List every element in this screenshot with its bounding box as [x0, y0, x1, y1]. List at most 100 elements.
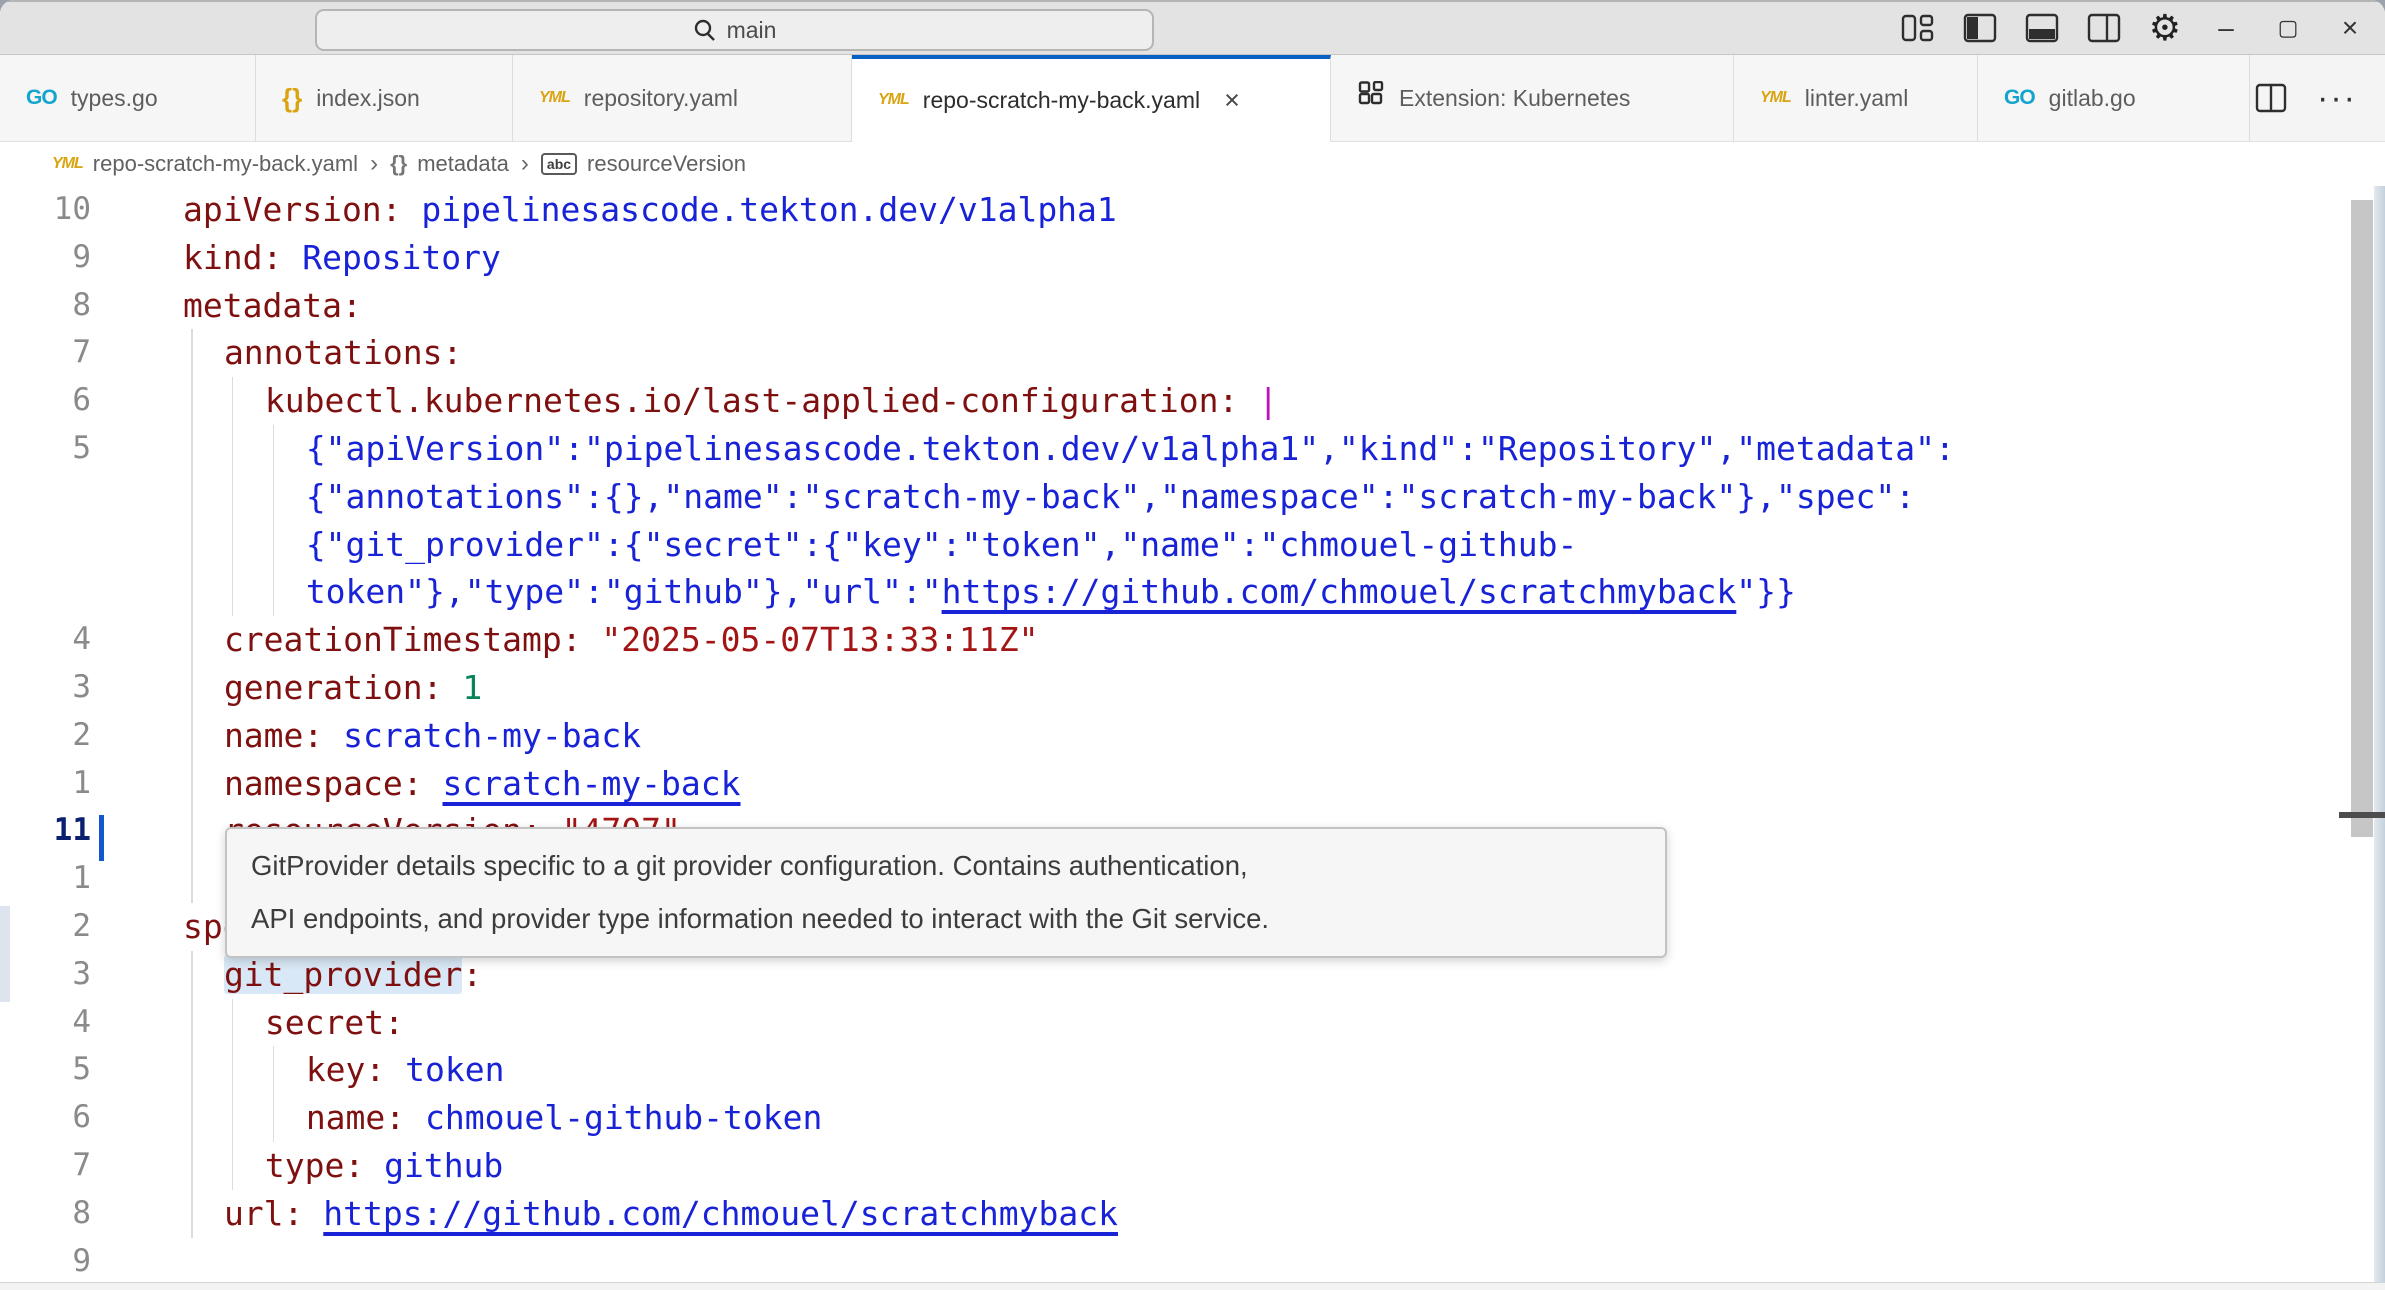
code-token [303, 1194, 323, 1233]
line-number: 2 [0, 712, 183, 760]
code-token: git_provider [224, 955, 462, 994]
indent-guide [191, 1190, 193, 1238]
code-token: generation: [224, 668, 443, 707]
indent-guide [273, 473, 275, 521]
toggle-primary-sidebar-icon[interactable] [1963, 13, 1997, 43]
code-line[interactable]: 2 name: scratch-my-back [0, 712, 2385, 760]
breadcrumb-item[interactable]: YMLrepo-scratch-my-back.yaml [52, 151, 358, 177]
tab-linter-yaml[interactable]: YML linter.yaml [1734, 55, 1978, 141]
breadcrumb-item[interactable]: abc resourceVersion [541, 151, 746, 177]
line-number [0, 521, 183, 569]
indent-guide [191, 377, 193, 425]
code-line[interactable]: {"git_provider":{"secret":{"key":"token"… [0, 521, 2385, 569]
tab-extension-kubernetes[interactable]: Extension: Kubernetes [1331, 55, 1734, 141]
code-text: {"annotations":{},"name":"scratch-my-bac… [183, 473, 1915, 521]
editor-tabs: GOtypes.go{}index.jsonYMLrepository.yaml… [0, 55, 2385, 142]
code-text: creationTimestamp: "2025-05-07T13:33:11Z… [183, 616, 1039, 664]
code-link[interactable]: https://github.com/chmouel/scratchmyback [942, 572, 1737, 611]
code-text: token"},"type":"github"},"url":"https://… [183, 568, 1796, 616]
code-token: apiVersion: [183, 190, 402, 229]
line-number: 1 [0, 760, 183, 808]
yaml-file-icon: YML [1760, 89, 1791, 107]
cursor-line-gutter-marker [99, 815, 104, 861]
indent-guide [232, 521, 234, 569]
tab-gitlab-go[interactable]: GOgitlab.go [1978, 55, 2250, 141]
indent-guide [232, 1094, 234, 1142]
code-token: annotations: [224, 333, 462, 372]
command-center-search[interactable]: main [315, 9, 1154, 51]
toggle-secondary-sidebar-icon[interactable] [2087, 13, 2121, 43]
more-actions-icon[interactable]: ··· [2317, 79, 2357, 118]
code-line[interactable]: 6name: chmouel-github-token [0, 1094, 2385, 1142]
code-text: url: https://github.com/chmouel/scratchm… [183, 1190, 1118, 1238]
tab-label: index.json [316, 85, 420, 112]
tab-label: repository.yaml [584, 85, 738, 112]
line-number: 5 [0, 425, 183, 473]
indent-guide [273, 1094, 275, 1142]
code-line[interactable]: {"annotations":{},"name":"scratch-my-bac… [0, 473, 2385, 521]
code-line[interactable]: 7annotations: [0, 329, 2385, 377]
code-line[interactable]: 1namespace: scratch-my-back [0, 760, 2385, 808]
tooltip-line-2: API endpoints, and provider type informa… [251, 903, 1641, 935]
breadcrumb-label: resourceVersion [587, 151, 746, 177]
indent-guide [191, 855, 193, 903]
code-token: | [1238, 381, 1278, 420]
vscode-window: main ⚙ – ▢ × [0, 0, 2385, 1290]
code-token: 1 [442, 668, 482, 707]
code-line[interactable]: 6kubectl.kubernetes.io/last-applied-conf… [0, 377, 2385, 425]
window-minimize-button[interactable]: – [2209, 11, 2243, 45]
customize-layout-icon[interactable] [1901, 13, 1935, 43]
toggle-panel-icon[interactable] [2025, 13, 2059, 43]
json-file-icon: {} [282, 83, 302, 114]
line-number: 5 [0, 1046, 183, 1094]
code-link[interactable]: https://github.com/chmouel/scratchmyback [323, 1194, 1118, 1233]
code-token: name: [306, 1098, 405, 1137]
split-editor-icon[interactable] [2255, 83, 2287, 113]
code-line[interactable]: 7type: github [0, 1142, 2385, 1190]
code-line[interactable]: 8metadata: [0, 282, 2385, 330]
code-text: metadata: [183, 282, 362, 330]
line-number: 10 [0, 186, 183, 234]
line-number: 9 [0, 234, 183, 282]
code-token: {"git_provider":{"secret":{"key":"token"… [306, 525, 1578, 564]
code-token: name: [224, 716, 323, 755]
tab-types-go[interactable]: GOtypes.go [0, 55, 256, 141]
line-number: 6 [0, 1094, 183, 1142]
indent-guide [191, 568, 193, 616]
code-line[interactable]: 5{"apiVersion":"pipelinesascode.tekton.d… [0, 425, 2385, 473]
code-link[interactable]: scratch-my-back [443, 764, 741, 803]
code-line[interactable]: 9 [0, 1238, 2385, 1286]
window-maximize-button[interactable]: ▢ [2271, 11, 2305, 45]
indent-guide [191, 951, 193, 999]
tab-repo-scratch-my-back-yaml[interactable]: YMLrepo-scratch-my-back.yaml× [852, 55, 1331, 142]
code-line[interactable]: 9kind: Repository [0, 234, 2385, 282]
line-number: 9 [0, 1238, 183, 1286]
tab-repository-yaml[interactable]: YMLrepository.yaml [513, 55, 852, 141]
code-token: scratch-my-back [323, 716, 641, 755]
tab-label: linter.yaml [1805, 85, 1909, 112]
code-line[interactable]: 4creationTimestamp: "2025-05-07T13:33:11… [0, 616, 2385, 664]
tab-index-json[interactable]: {} index.json [256, 55, 513, 141]
code-token: creationTimestamp: [224, 620, 582, 659]
breadcrumb-item[interactable]: {}metadata [390, 151, 509, 177]
code-token: metadata: [183, 286, 362, 325]
code-line[interactable]: token"},"type":"github"},"url":"https://… [0, 568, 2385, 616]
settings-gear-icon[interactable]: ⚙ [2149, 10, 2181, 46]
code-line[interactable]: 4secret: [0, 999, 2385, 1047]
code-token: url: [224, 1194, 303, 1233]
indent-guide [191, 664, 193, 712]
close-tab-icon[interactable]: × [1224, 85, 1240, 116]
line-number: 11 [0, 807, 183, 855]
symbol-string-icon: abc [541, 153, 577, 176]
vertical-scrollbar[interactable] [2351, 200, 2373, 837]
code-line[interactable]: 5key: token [0, 1046, 2385, 1094]
code-line[interactable]: 10apiVersion: pipelinesascode.tekton.dev… [0, 186, 2385, 234]
code-area: 10apiVersion: pipelinesascode.tekton.dev… [0, 186, 2385, 1285]
indent-guide [273, 1046, 275, 1094]
window-close-button[interactable]: × [2333, 11, 2367, 45]
indent-guide [191, 1046, 193, 1094]
code-line[interactable]: 3generation: 1 [0, 664, 2385, 712]
editor-pane[interactable]: 10apiVersion: pipelinesascode.tekton.dev… [0, 186, 2385, 1290]
code-line[interactable]: 8url: https://github.com/chmouel/scratch… [0, 1190, 2385, 1238]
code-token: token"},"type":"github"},"url":" [306, 572, 942, 611]
